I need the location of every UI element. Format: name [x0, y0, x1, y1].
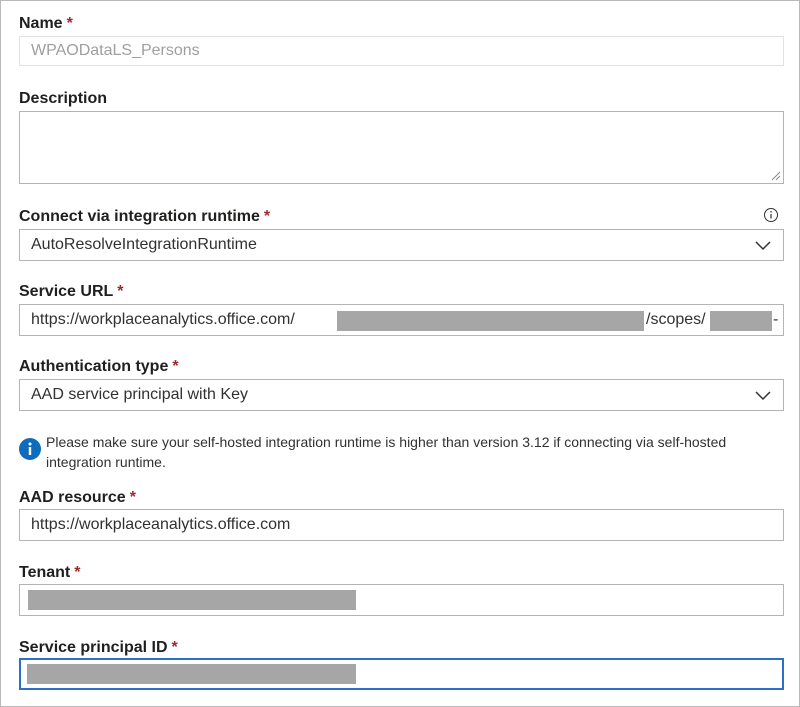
- required-mark: *: [172, 358, 179, 375]
- redacted-value: [28, 590, 356, 610]
- redacted-segment: [337, 311, 644, 331]
- notice-text: Please make sure your self-hosted integr…: [46, 434, 727, 470]
- service-principal-id-label: Service principal ID *: [19, 638, 178, 658]
- service-principal-id-field[interactable]: [19, 658, 784, 690]
- chevron-down-icon[interactable]: [755, 389, 771, 401]
- info-icon[interactable]: [763, 207, 779, 223]
- required-mark: *: [263, 208, 271, 225]
- required-mark: *: [74, 564, 81, 581]
- aad-resource-label-text: AAD resource: [19, 489, 126, 506]
- description-label-text: Description: [19, 90, 108, 107]
- required-mark: *: [171, 639, 178, 656]
- info-filled-icon: [19, 438, 41, 460]
- service-principal-id-label-text: Service principal ID: [19, 639, 168, 656]
- form-panel: Name * WPAODataLS_Persons Description Con…: [0, 0, 800, 707]
- service-url-label: Service URL *: [19, 282, 124, 302]
- aad-resource-field[interactable]: https://workplaceanalytics.office.com: [19, 509, 784, 541]
- resize-grip-icon[interactable]: [771, 171, 781, 181]
- description-field[interactable]: [19, 111, 784, 184]
- required-mark: *: [129, 489, 136, 506]
- service-url-field[interactable]: https://workplaceanalytics.office.com/ /…: [19, 304, 784, 336]
- required-mark: *: [117, 283, 124, 300]
- description-label: Description: [19, 89, 107, 109]
- required-mark: *: [66, 15, 73, 32]
- auth-type-label: Authentication type *: [19, 357, 179, 377]
- redacted-segment: [710, 311, 772, 331]
- chevron-down-icon[interactable]: [755, 239, 771, 251]
- name-value: WPAODataLS_Persons: [31, 42, 200, 59]
- runtime-value: AutoResolveIntegrationRuntime: [31, 236, 257, 253]
- service-url-suffix: -: [773, 311, 779, 328]
- aad-resource-label: AAD resource *: [19, 488, 136, 508]
- tenant-field[interactable]: [19, 584, 784, 616]
- service-url-label-text: Service URL: [19, 283, 114, 300]
- name-label-text: Name: [19, 15, 63, 32]
- redacted-value: [27, 664, 356, 684]
- aad-resource-value: https://workplaceanalytics.office.com: [31, 516, 291, 533]
- tenant-label-text: Tenant: [19, 564, 71, 581]
- runtime-dropdown[interactable]: AutoResolveIntegrationRuntime: [19, 229, 784, 261]
- name-label: Name *: [19, 14, 73, 34]
- name-field[interactable]: WPAODataLS_Persons: [19, 36, 784, 66]
- service-url-middle: /scopes/: [646, 311, 706, 328]
- auth-type-value: AAD service principal with Key: [31, 386, 248, 403]
- tenant-label: Tenant *: [19, 563, 81, 583]
- service-url-prefix: https://workplaceanalytics.office.com/: [31, 311, 295, 328]
- auth-type-dropdown[interactable]: AAD service principal with Key: [19, 379, 784, 411]
- runtime-label: Connect via integration runtime *: [19, 207, 270, 227]
- auth-type-label-text: Authentication type: [19, 358, 169, 375]
- runtime-label-text: Connect via integration runtime: [19, 208, 260, 225]
